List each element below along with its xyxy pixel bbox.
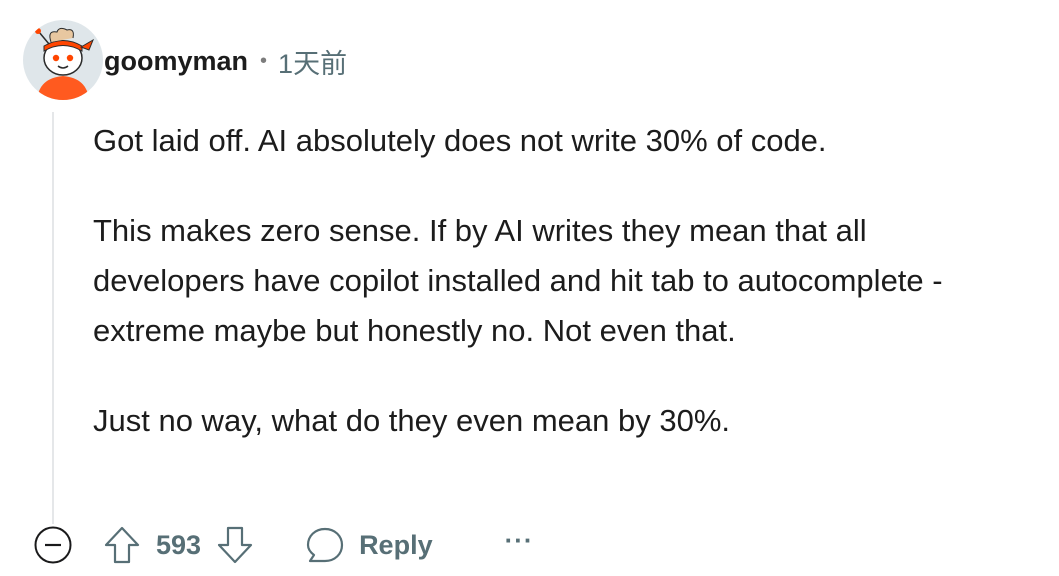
comment-header: goomyman • 1天前 — [104, 41, 347, 81]
reply-button[interactable]: Reply — [305, 525, 433, 565]
avatar[interactable] — [23, 20, 103, 100]
comment-paragraph: Just no way, what do they even mean by 3… — [93, 403, 731, 438]
comment-actions: 593 Reply ··· — [32, 522, 534, 568]
comment-paragraph: This makes zero sense. If by AI writes t… — [93, 213, 943, 348]
meta-separator: • — [260, 49, 268, 72]
upvote-arrow-icon — [104, 526, 140, 564]
collapse-button[interactable] — [32, 524, 74, 566]
collapse-minus-icon — [34, 526, 72, 564]
avatar-icon — [23, 20, 103, 100]
downvote-arrow-icon — [217, 526, 253, 564]
upvote-button[interactable] — [102, 523, 142, 567]
thread-line[interactable] — [52, 112, 54, 524]
reply-label: Reply — [359, 529, 433, 560]
comment-body: Got laid off. AI absolutely does not wri… — [93, 116, 1023, 446]
comment-paragraph: Got laid off. AI absolutely does not wri… — [93, 123, 827, 158]
downvote-button[interactable] — [215, 523, 255, 567]
vote-controls: 593 — [102, 523, 255, 567]
vote-score: 593 — [156, 529, 202, 560]
ellipsis-icon: ··· — [504, 525, 534, 555]
speech-bubble-icon — [306, 527, 344, 563]
author-username[interactable]: goomyman — [104, 46, 248, 77]
comment: goomyman • 1天前 Got laid off. AI absolute… — [0, 0, 1059, 576]
comment-timestamp[interactable]: 1天前 — [278, 42, 347, 81]
more-options-button[interactable]: ··· — [505, 527, 534, 560]
